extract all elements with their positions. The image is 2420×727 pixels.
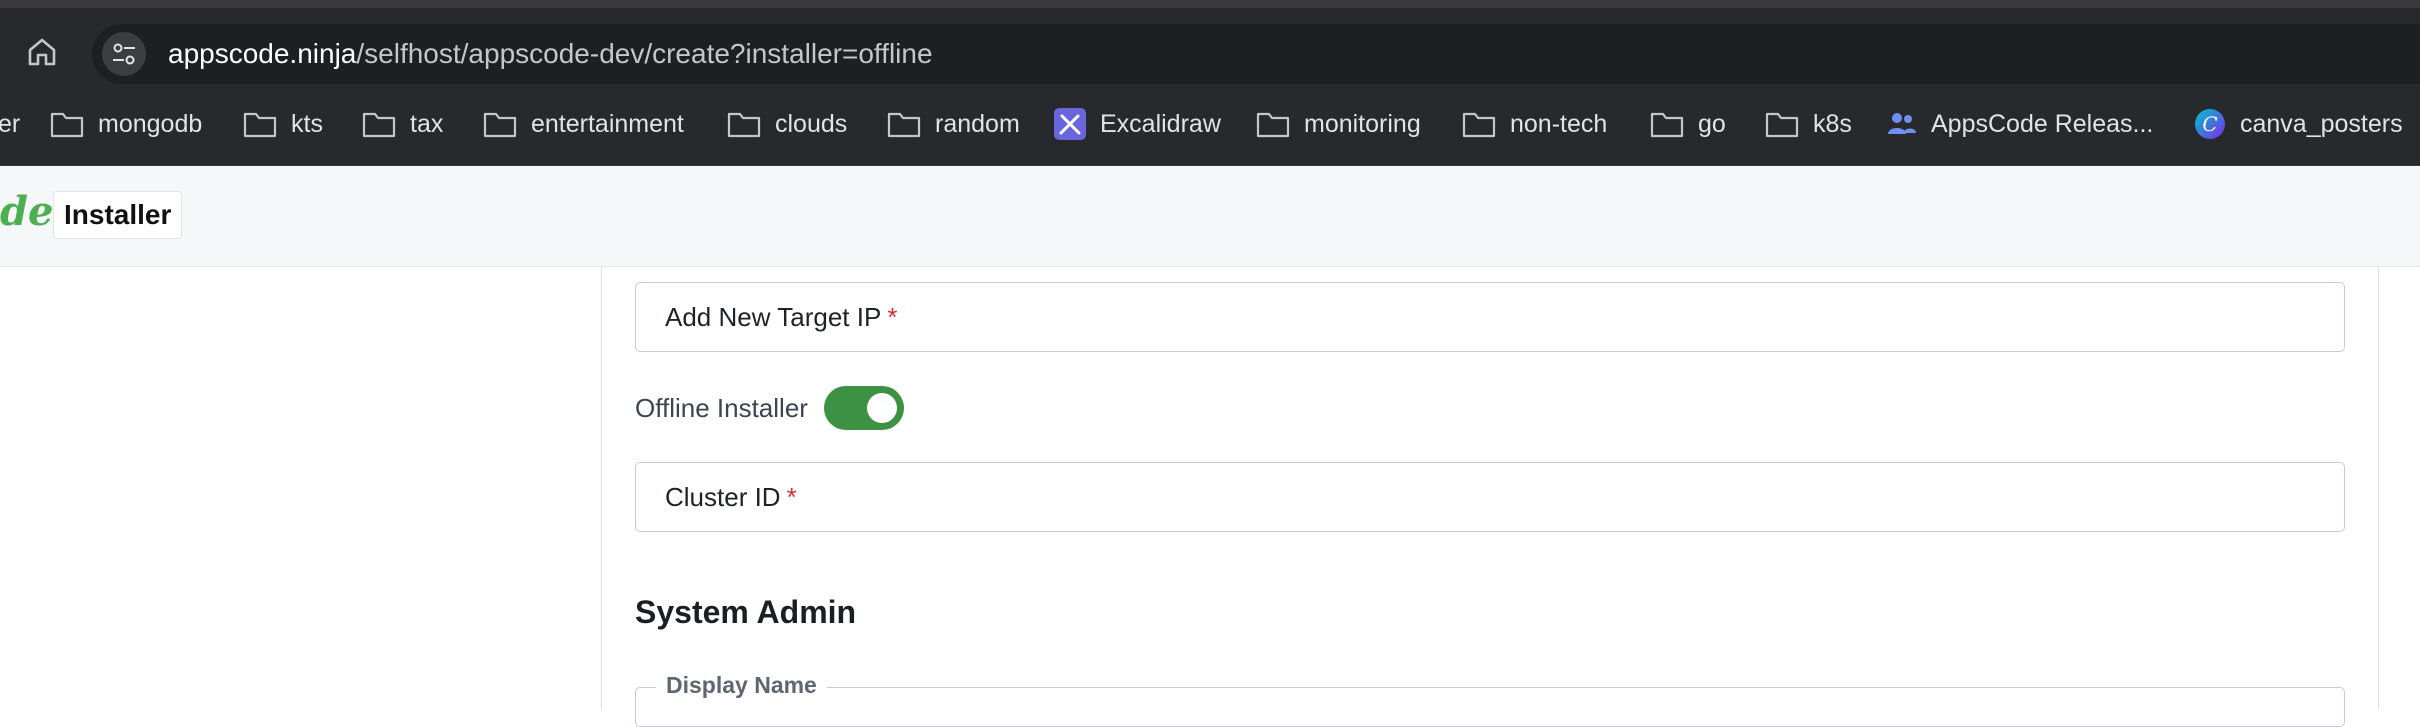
target-ip-field[interactable]: Add New Target IP * [635, 282, 2345, 352]
excalidraw-icon [1054, 108, 1086, 140]
bookmark-folder-non-tech[interactable]: non-tech [1462, 104, 1607, 144]
bookmark-label: go [1698, 109, 1726, 138]
bookmark-appscode-releases[interactable]: AppsCode Releas... [1887, 104, 2153, 144]
cluster-id-label-text: Cluster ID [665, 482, 781, 512]
bookmark-folder-random[interactable]: random [887, 104, 1020, 144]
offline-installer-toggle[interactable] [823, 386, 904, 430]
bookmark-folder-mongodb[interactable]: mongodb [50, 104, 202, 144]
bookmark-folder-clouds[interactable]: clouds [727, 104, 847, 144]
folder-icon [1256, 112, 1290, 138]
folder-icon [727, 112, 761, 138]
bookmark-folder-k8s[interactable]: k8s [1765, 104, 1852, 144]
bookmark-excalidraw[interactable]: Excalidraw [1054, 104, 1221, 144]
bookmark-label: entertainment [531, 109, 684, 138]
bookmark-label: kts [291, 109, 323, 138]
installer-badge: Installer [53, 191, 183, 239]
url-host: appscode.ninja [168, 38, 357, 69]
bookmark-label: tax [410, 109, 444, 138]
app-header: de Installer [0, 166, 2420, 267]
cluster-id-field[interactable]: Cluster ID * [635, 462, 2345, 532]
offline-installer-label: Offline Installer [635, 392, 808, 423]
bookmark-folder-kts[interactable]: kts [243, 104, 323, 144]
bookmark-folder-entertainment[interactable]: entertainment [483, 104, 684, 144]
required-mark: * [786, 482, 797, 512]
sidebar-divider [601, 267, 602, 710]
content-divider [2378, 267, 2379, 710]
folder-icon [1462, 112, 1496, 138]
cluster-id-label: Cluster ID * [665, 463, 797, 531]
display-name-label: Display Name [656, 672, 827, 699]
bookmark-label: Excalidraw [1100, 109, 1221, 138]
bookmark-item[interactable]: er [0, 104, 20, 144]
url-text[interactable]: appscode.ninja/selfhost/appscode-dev/cre… [168, 24, 933, 84]
folder-icon [1650, 112, 1684, 138]
folder-icon [887, 112, 921, 138]
home-icon[interactable] [22, 32, 62, 72]
bookmark-label: non-tech [1510, 109, 1608, 138]
folder-icon [243, 112, 277, 138]
target-ip-label-text: Add New Target IP [665, 302, 882, 332]
bookmark-canva-posters[interactable]: C canva_posters [2194, 104, 2403, 144]
bookmark-label: er [0, 109, 21, 138]
svg-text:C: C [2202, 112, 2217, 136]
toggle-knob [866, 393, 897, 423]
people-icon [1888, 113, 1916, 134]
bookmark-folder-monitoring[interactable]: monitoring [1256, 104, 1421, 144]
browser-toolbar: appscode.ninja/selfhost/appscode-dev/cre… [0, 8, 2420, 84]
bookmark-folder-tax[interactable]: tax [362, 104, 443, 144]
bookmark-label: k8s [1813, 109, 1852, 138]
canva-icon: C [2195, 109, 2225, 139]
address-bar[interactable]: appscode.ninja/selfhost/appscode-dev/cre… [92, 24, 2420, 84]
system-admin-heading: System Admin [635, 594, 857, 630]
url-path: /selfhost/appscode-dev/create?installer=… [356, 38, 933, 69]
folder-icon [483, 112, 517, 138]
site-settings-icon[interactable] [102, 32, 146, 76]
appscode-logo[interactable]: de [0, 188, 53, 235]
folder-icon [50, 112, 84, 138]
bookmarks-bar: er mongodb kts tax entertainment clouds … [0, 84, 2420, 166]
required-mark: * [887, 302, 898, 332]
bookmark-label: monitoring [1304, 109, 1421, 138]
bookmark-label: random [935, 109, 1020, 138]
display-name-field[interactable]: Display Name [635, 672, 2345, 727]
bookmark-folder-go[interactable]: go [1650, 104, 1726, 144]
bookmark-label: mongodb [98, 109, 203, 138]
target-ip-label: Add New Target IP * [665, 283, 897, 351]
bookmark-label: canva_posters [2240, 109, 2403, 138]
offline-installer-row: Offline Installer [635, 385, 904, 431]
bookmark-label: AppsCode Releas... [1931, 109, 2154, 138]
folder-icon [362, 112, 396, 138]
bookmark-label: clouds [775, 109, 848, 138]
browser-tab-strip [0, 0, 2420, 8]
folder-icon [1765, 112, 1799, 138]
